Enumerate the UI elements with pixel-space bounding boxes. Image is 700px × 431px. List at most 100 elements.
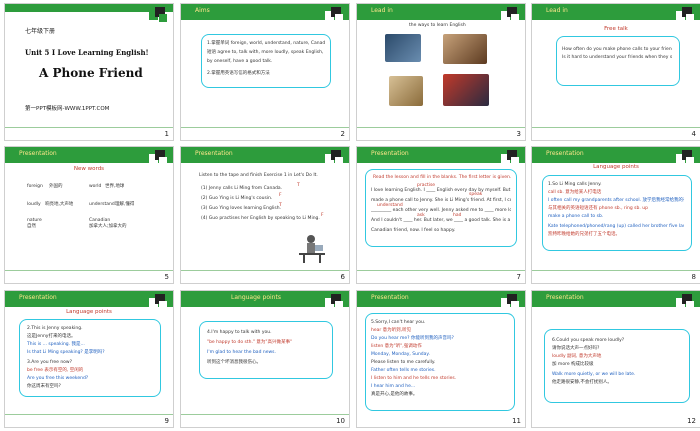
slide-thumbnail-4[interactable]: Lead in Free talk How often do you make … bbox=[531, 3, 700, 141]
slide-thumbnail-7[interactable]: Presentation Read the lesson and fill in… bbox=[356, 146, 526, 284]
slide-thumbnail-11[interactable]: Presentation 5.Sorry,I can't hear you. h… bbox=[356, 290, 526, 428]
cubes-logo-icon bbox=[149, 7, 167, 22]
exercise-mark: T bbox=[279, 203, 282, 208]
slide-thumbnail-3[interactable]: Lead in the ways to learn English 3 bbox=[356, 3, 526, 141]
slide-number: 7 bbox=[516, 273, 521, 281]
footer-line bbox=[532, 127, 700, 128]
cubes-logo-icon bbox=[676, 7, 694, 22]
point-line: call sb. 意为给某人打电话 bbox=[548, 190, 602, 195]
slide-number: 10 bbox=[336, 417, 345, 425]
slide-thumbnail-grid: 七年级下册 Unit 5 I Love Learning English! A … bbox=[0, 0, 700, 431]
point-line: Please listen to me carefully. bbox=[371, 360, 436, 365]
cubes-logo-icon bbox=[676, 294, 694, 309]
footer-line bbox=[181, 270, 349, 271]
header-title: Language points bbox=[231, 294, 281, 301]
point-line: I listen to him and he tells me stories. bbox=[371, 376, 457, 381]
point-line: 3.Are you free now? bbox=[27, 360, 72, 365]
word-meaning: 自然 bbox=[27, 224, 36, 229]
cubes-logo-icon bbox=[325, 7, 343, 22]
slide-thumbnail-2[interactable]: Aims 1.掌握单词 foreign, world, understand, … bbox=[180, 3, 350, 141]
slide-thumbnail-8[interactable]: Presentation Language points 1.So Li Min… bbox=[531, 146, 700, 284]
exercise-item: (3) Guo Ying loves learning English. bbox=[201, 206, 281, 211]
point-line: I hear him and he... bbox=[371, 384, 416, 389]
question-line: How often do you make phone calls to you… bbox=[562, 47, 672, 52]
passage-line: I love learning English. I ____ English … bbox=[371, 188, 511, 193]
cubes-logo-icon bbox=[501, 294, 519, 309]
cubes-logo-icon bbox=[325, 294, 343, 309]
slide-number: 11 bbox=[512, 417, 521, 425]
slide-thumbnail-10[interactable]: Language points 4.I'm happy to talk with… bbox=[180, 290, 350, 428]
book-photo bbox=[389, 76, 423, 106]
slide-number: 1 bbox=[164, 130, 169, 138]
word: loudly bbox=[27, 202, 41, 207]
point-line: "be happy to do sth." 意为"高兴做某事" bbox=[207, 340, 293, 345]
student-listening-icon bbox=[299, 235, 325, 263]
point-line: 5.Sorry,I can't hear you. bbox=[371, 320, 426, 325]
cover-grade: 七年级下册 bbox=[25, 28, 56, 35]
point-line: 他走路很安静,不会打扰别人。 bbox=[552, 380, 612, 385]
point-line: 4.I'm happy to talk with you. bbox=[207, 330, 272, 335]
answer: practise bbox=[417, 183, 436, 188]
point-line: This is ... speaking. 我是... bbox=[27, 342, 85, 347]
content-box bbox=[556, 36, 680, 86]
slide-number: 4 bbox=[691, 130, 696, 138]
word-meaning: 外国的 bbox=[49, 184, 63, 189]
slide-thumbnail-5[interactable]: Presentation New words foreign 外国的 world… bbox=[4, 146, 174, 284]
point-line: 这是Jenny打来的电话。 bbox=[27, 334, 76, 339]
subtitle: Free talk bbox=[604, 26, 628, 32]
footer-line bbox=[357, 127, 525, 128]
cover-title: A Phone Friend bbox=[39, 66, 143, 80]
footer-line bbox=[181, 414, 349, 415]
point-line: be free 表示有空的, 空闲的 bbox=[27, 368, 84, 373]
slide-number: 9 bbox=[164, 417, 169, 425]
header-title: Aims bbox=[195, 7, 210, 14]
footer-line bbox=[5, 270, 173, 271]
slide-number: 5 bbox=[164, 273, 169, 281]
header-title: Presentation bbox=[546, 150, 584, 157]
header-title: Presentation bbox=[371, 294, 409, 301]
point-line: 2.This is Jenny speaking. bbox=[27, 326, 83, 331]
subtitle: Language points bbox=[593, 164, 639, 170]
point-line: 请你说话大声一点好吗? bbox=[552, 346, 600, 351]
word-meaning: 世界,地球 bbox=[105, 184, 125, 189]
aims-line: 1.掌握单词 foreign, world, understand, natur… bbox=[207, 41, 325, 46]
point-line: I often call my grandparents after schoo… bbox=[548, 198, 684, 203]
question-line: Is it hard to understand your friends wh… bbox=[562, 55, 672, 60]
slide-thumbnail-12[interactable]: Presentation 6.Could you speak more loud… bbox=[531, 290, 700, 428]
header-title: Presentation bbox=[19, 294, 57, 301]
computer-photo bbox=[443, 34, 487, 64]
word: foreign bbox=[27, 184, 43, 189]
slide-number: 12 bbox=[687, 417, 696, 425]
header-title: Lead in bbox=[546, 7, 568, 14]
point-line: 凯特昨晚给她的兄弟打了五个电话。 bbox=[548, 232, 620, 237]
subtitle: New words bbox=[73, 166, 105, 172]
point-line: 真是开心,是他的故事。 bbox=[371, 392, 418, 397]
exercise-intro: Listen to the tape and finish Exercise 1… bbox=[199, 173, 318, 178]
exercise-item: (4) Guo practises her English by speakin… bbox=[201, 216, 320, 221]
cubes-logo-icon bbox=[325, 150, 343, 165]
footer-line bbox=[532, 270, 700, 271]
slide-thumbnail-9[interactable]: Presentation Language points 2.This is J… bbox=[4, 290, 174, 428]
point-line: Monday, Monday, Sunday. bbox=[371, 352, 430, 357]
exercise-mark: T bbox=[297, 183, 300, 188]
footer-line bbox=[5, 414, 173, 415]
cover-unit: Unit 5 I Love Learning English! bbox=[25, 48, 149, 57]
header-title: Presentation bbox=[195, 150, 233, 157]
slide-thumbnail-6[interactable]: Presentation Listen to the tape and fini… bbox=[180, 146, 350, 284]
answer: speak bbox=[469, 192, 483, 197]
aims-line: by oneself, have a good talk. bbox=[207, 59, 273, 64]
header-title: Presentation bbox=[19, 150, 57, 157]
point-line: 你这周末有空吗? bbox=[27, 384, 61, 389]
caption: the ways to learn English bbox=[409, 23, 466, 28]
footer-line bbox=[181, 127, 349, 128]
slide-thumbnail-1[interactable]: 七年级下册 Unit 5 I Love Learning English! A … bbox=[4, 3, 174, 141]
tv-photo bbox=[385, 34, 421, 62]
point-line: Do you hear me? 你能听到我的声音吗? bbox=[371, 336, 454, 341]
point-line: loudly 副词, 意为大声地 bbox=[552, 354, 602, 359]
answer: understand bbox=[377, 203, 403, 208]
point-line: Is that Li Ming speaking? 是李明吗? bbox=[27, 350, 105, 355]
footer-line bbox=[5, 127, 173, 128]
point-line: Kate telephoned/phoned/rang (up) called … bbox=[548, 224, 684, 229]
point-line: Are you free this weekend? bbox=[27, 376, 89, 381]
point-line: make a phone call to sb. bbox=[548, 214, 604, 219]
